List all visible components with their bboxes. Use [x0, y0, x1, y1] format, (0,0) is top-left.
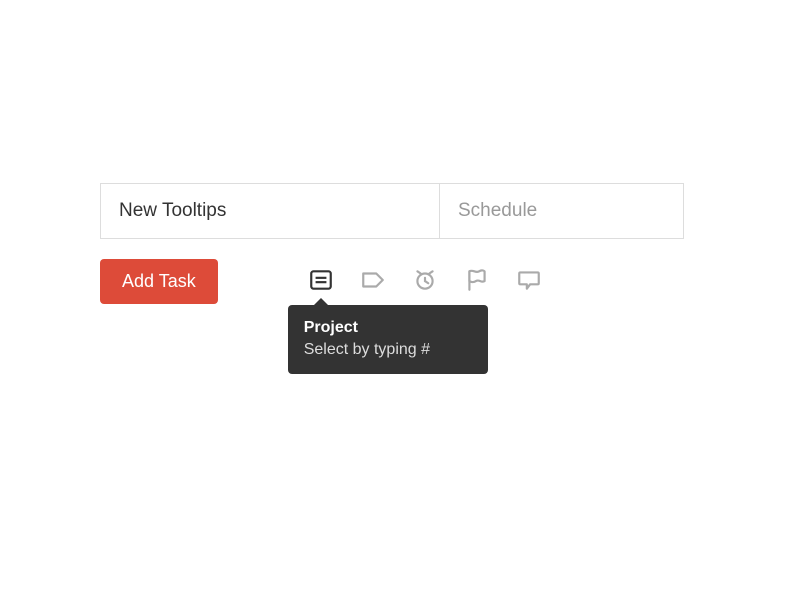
comment-icon[interactable] [516, 267, 542, 293]
tooltip: Project Select by typing # [288, 305, 488, 374]
tooltip-title: Project [304, 317, 472, 339]
icon-toolbar: Project Select by typing # [308, 267, 542, 293]
add-task-button[interactable]: Add Task [100, 259, 218, 304]
action-row: Add Task Project Select by typing # [100, 259, 684, 304]
task-composer: Add Task Project Select by typing # [100, 183, 684, 304]
label-icon[interactable] [360, 267, 386, 293]
project-icon[interactable]: Project Select by typing # [308, 267, 334, 293]
schedule-input[interactable] [439, 184, 683, 238]
task-name-input[interactable] [101, 184, 439, 238]
tooltip-subtitle: Select by typing # [304, 339, 472, 361]
priority-flag-icon[interactable] [464, 267, 490, 293]
input-row [100, 183, 684, 239]
reminder-icon[interactable] [412, 267, 438, 293]
